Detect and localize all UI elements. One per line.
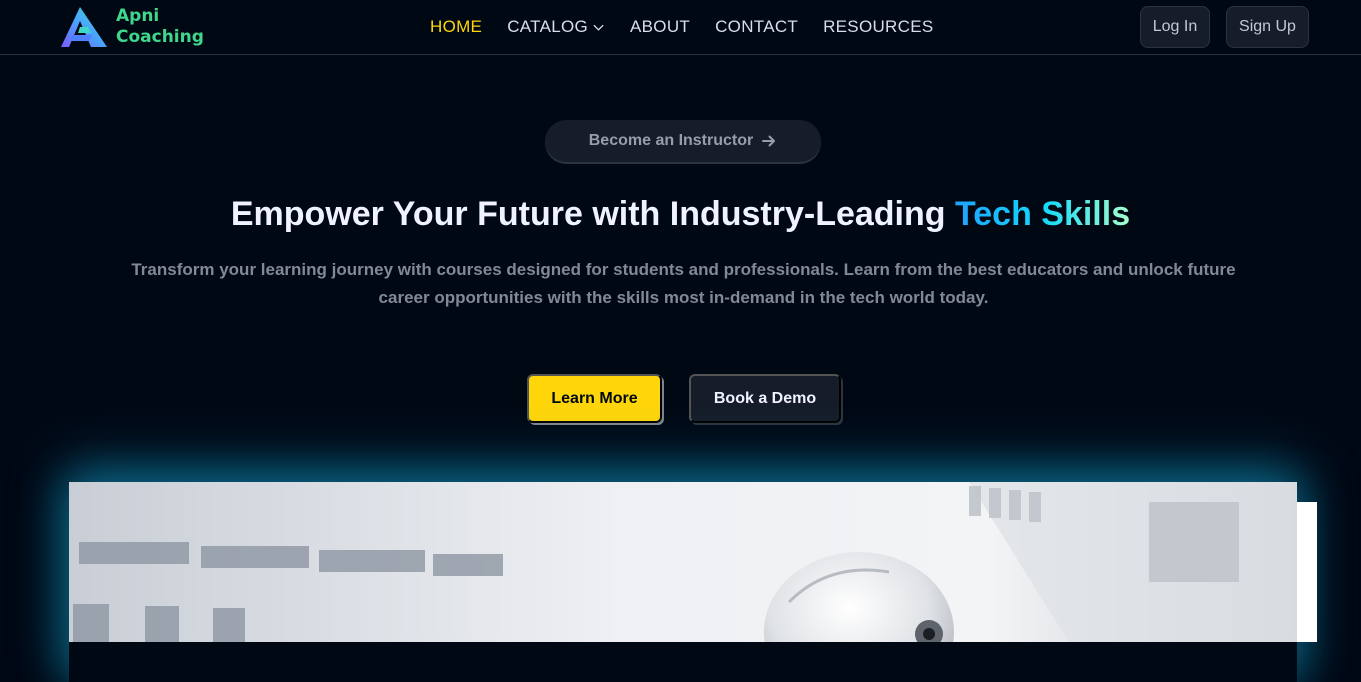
hero-subtext: Transform your learning journey with cou…	[131, 260, 1236, 307]
hero-image	[69, 482, 1297, 642]
arrow-right-icon	[762, 135, 776, 147]
book-demo-button[interactable]: Book a Demo	[689, 374, 841, 423]
nav-resources[interactable]: RESOURCES	[823, 17, 933, 37]
chevron-down-icon	[593, 24, 604, 31]
hero-headline-highlight: Tech Skills	[955, 195, 1131, 233]
login-button[interactable]: Log In	[1140, 6, 1210, 48]
hero-image-backplate	[1297, 502, 1317, 642]
nav-catalog[interactable]: CATALOG	[507, 17, 605, 37]
signup-button[interactable]: Sign Up	[1226, 6, 1309, 48]
brand-logo[interactable]: Apni Coaching	[58, 5, 204, 49]
triangle-a-logo-icon	[61, 7, 107, 47]
hero-image-robot-scene	[69, 482, 1297, 642]
nav-about[interactable]: ABOUT	[630, 17, 690, 37]
brand-name: Apni Coaching	[116, 6, 204, 47]
nav-home[interactable]: HOME	[430, 17, 482, 37]
navbar: Apni Coaching HOME CATALOG ABOUT CONTACT…	[0, 0, 1361, 55]
nav-links: HOME CATALOG ABOUT CONTACT RESOURCES	[430, 17, 958, 37]
become-instructor-button[interactable]: Become an Instructor	[545, 120, 821, 163]
become-instructor-label: Become an Instructor	[588, 132, 754, 149]
nav-contact[interactable]: CONTACT	[715, 17, 798, 37]
hero-headline: Empower Your Future with Industry-Leadin…	[0, 192, 1361, 236]
hero-headline-main: Empower Your Future with Industry-Leadin…	[230, 195, 955, 233]
learn-more-button[interactable]: Learn More	[527, 374, 662, 423]
